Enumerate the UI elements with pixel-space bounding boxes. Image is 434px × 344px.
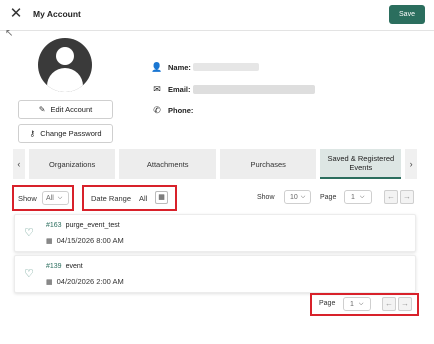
event-title: #163 purge_event_test (46, 222, 120, 229)
footer-page-select[interactable]: 1 ⌵ (343, 297, 371, 311)
avatar (38, 38, 92, 92)
email-field: ✉ Email: (151, 84, 191, 95)
show-filter-select[interactable]: All ⌵ (42, 191, 69, 205)
tab-bar: ‹ Organizations Attachments Purchases Sa… (13, 149, 417, 179)
save-button[interactable]: Save (389, 5, 425, 24)
name-label: Name: (168, 63, 191, 72)
heart-icon[interactable]: ♡ (24, 226, 34, 239)
edit-account-label: Edit Account (50, 105, 93, 114)
page-select[interactable]: 1 ⌵ (344, 190, 372, 204)
show-filter-label: Show (18, 194, 37, 203)
footer-page-label: Page (319, 300, 336, 307)
mouse-cursor-icon: ↖ (5, 28, 14, 39)
page-size-select[interactable]: 10 ⌵ (284, 190, 311, 204)
page-size-value: 10 (290, 193, 298, 201)
event-date-row: ▦ 04/20/2026 2:00 AM (46, 277, 124, 286)
phone-field: ✆ Phone: (151, 105, 193, 116)
prev-page-button[interactable]: ← (384, 190, 398, 204)
phone-label: Phone: (168, 106, 194, 115)
next-page-button[interactable]: → (400, 190, 414, 204)
event-date: 04/15/2026 8:00 AM (56, 236, 124, 245)
pencil-icon: ✎ (38, 105, 46, 114)
event-date: 04/20/2026 2:00 AM (56, 277, 124, 286)
page-size-label: Show (257, 194, 275, 201)
name-value-redacted (193, 63, 259, 71)
list-item[interactable]: ♡ #139 event ▦ 04/20/2026 2:00 AM (14, 255, 416, 293)
chevron-down-icon: ⌵ (300, 193, 306, 200)
tab-organizations[interactable]: Organizations (28, 149, 116, 179)
change-password-label: Change Password (40, 129, 102, 138)
event-name: purge_event_test (65, 222, 120, 229)
email-value-redacted (193, 85, 315, 94)
chevron-down-icon: ⌵ (358, 300, 364, 307)
chevron-down-icon: ⌵ (57, 194, 63, 201)
tab-purchases[interactable]: Purchases (219, 149, 317, 179)
chevron-down-icon: ⌵ (359, 193, 365, 200)
person-icon: 👤 (151, 62, 163, 72)
header-divider (0, 30, 434, 31)
date-range-value: All (139, 194, 148, 203)
event-id[interactable]: #139 (46, 263, 62, 270)
event-id[interactable]: #163 (46, 222, 62, 229)
key-icon: ⚷ (29, 129, 36, 138)
tab-scroll-right-icon[interactable]: › (405, 149, 417, 179)
footer-page-value: 1 (350, 300, 354, 308)
calendar-icon[interactable]: ▦ (155, 191, 168, 204)
tab-attachments[interactable]: Attachments (119, 149, 216, 179)
footer-prev-page-button[interactable]: ← (382, 297, 396, 311)
email-label: Email: (168, 85, 191, 94)
date-range-label: Date Range (91, 194, 132, 203)
show-filter-value: All (46, 194, 54, 202)
page-title: My Account (33, 9, 81, 19)
edit-account-button[interactable]: ✎ Edit Account (18, 100, 113, 119)
tab-saved-registered-events[interactable]: Saved & Registered Events (320, 149, 402, 179)
event-date-row: ▦ 04/15/2026 8:00 AM (46, 236, 124, 245)
footer-next-page-button[interactable]: → (398, 297, 412, 311)
calendar-icon: ▦ (46, 237, 53, 245)
close-icon[interactable]: ✕ (8, 6, 24, 22)
page-value: 1 (351, 193, 355, 201)
phone-icon: ✆ (153, 105, 161, 115)
event-title: #139 event (46, 263, 83, 270)
page-label: Page (320, 194, 337, 201)
tab-scroll-left-icon[interactable]: ‹ (13, 149, 25, 179)
change-password-button[interactable]: ⚷ Change Password (18, 124, 113, 143)
heart-icon[interactable]: ♡ (24, 267, 34, 280)
event-name: event (65, 263, 83, 270)
name-field: 👤 Name: (151, 62, 191, 73)
calendar-icon: ▦ (46, 278, 53, 286)
list-item[interactable]: ♡ #163 purge_event_test ▦ 04/15/2026 8:0… (14, 214, 416, 252)
envelope-icon: ✉ (153, 84, 161, 94)
